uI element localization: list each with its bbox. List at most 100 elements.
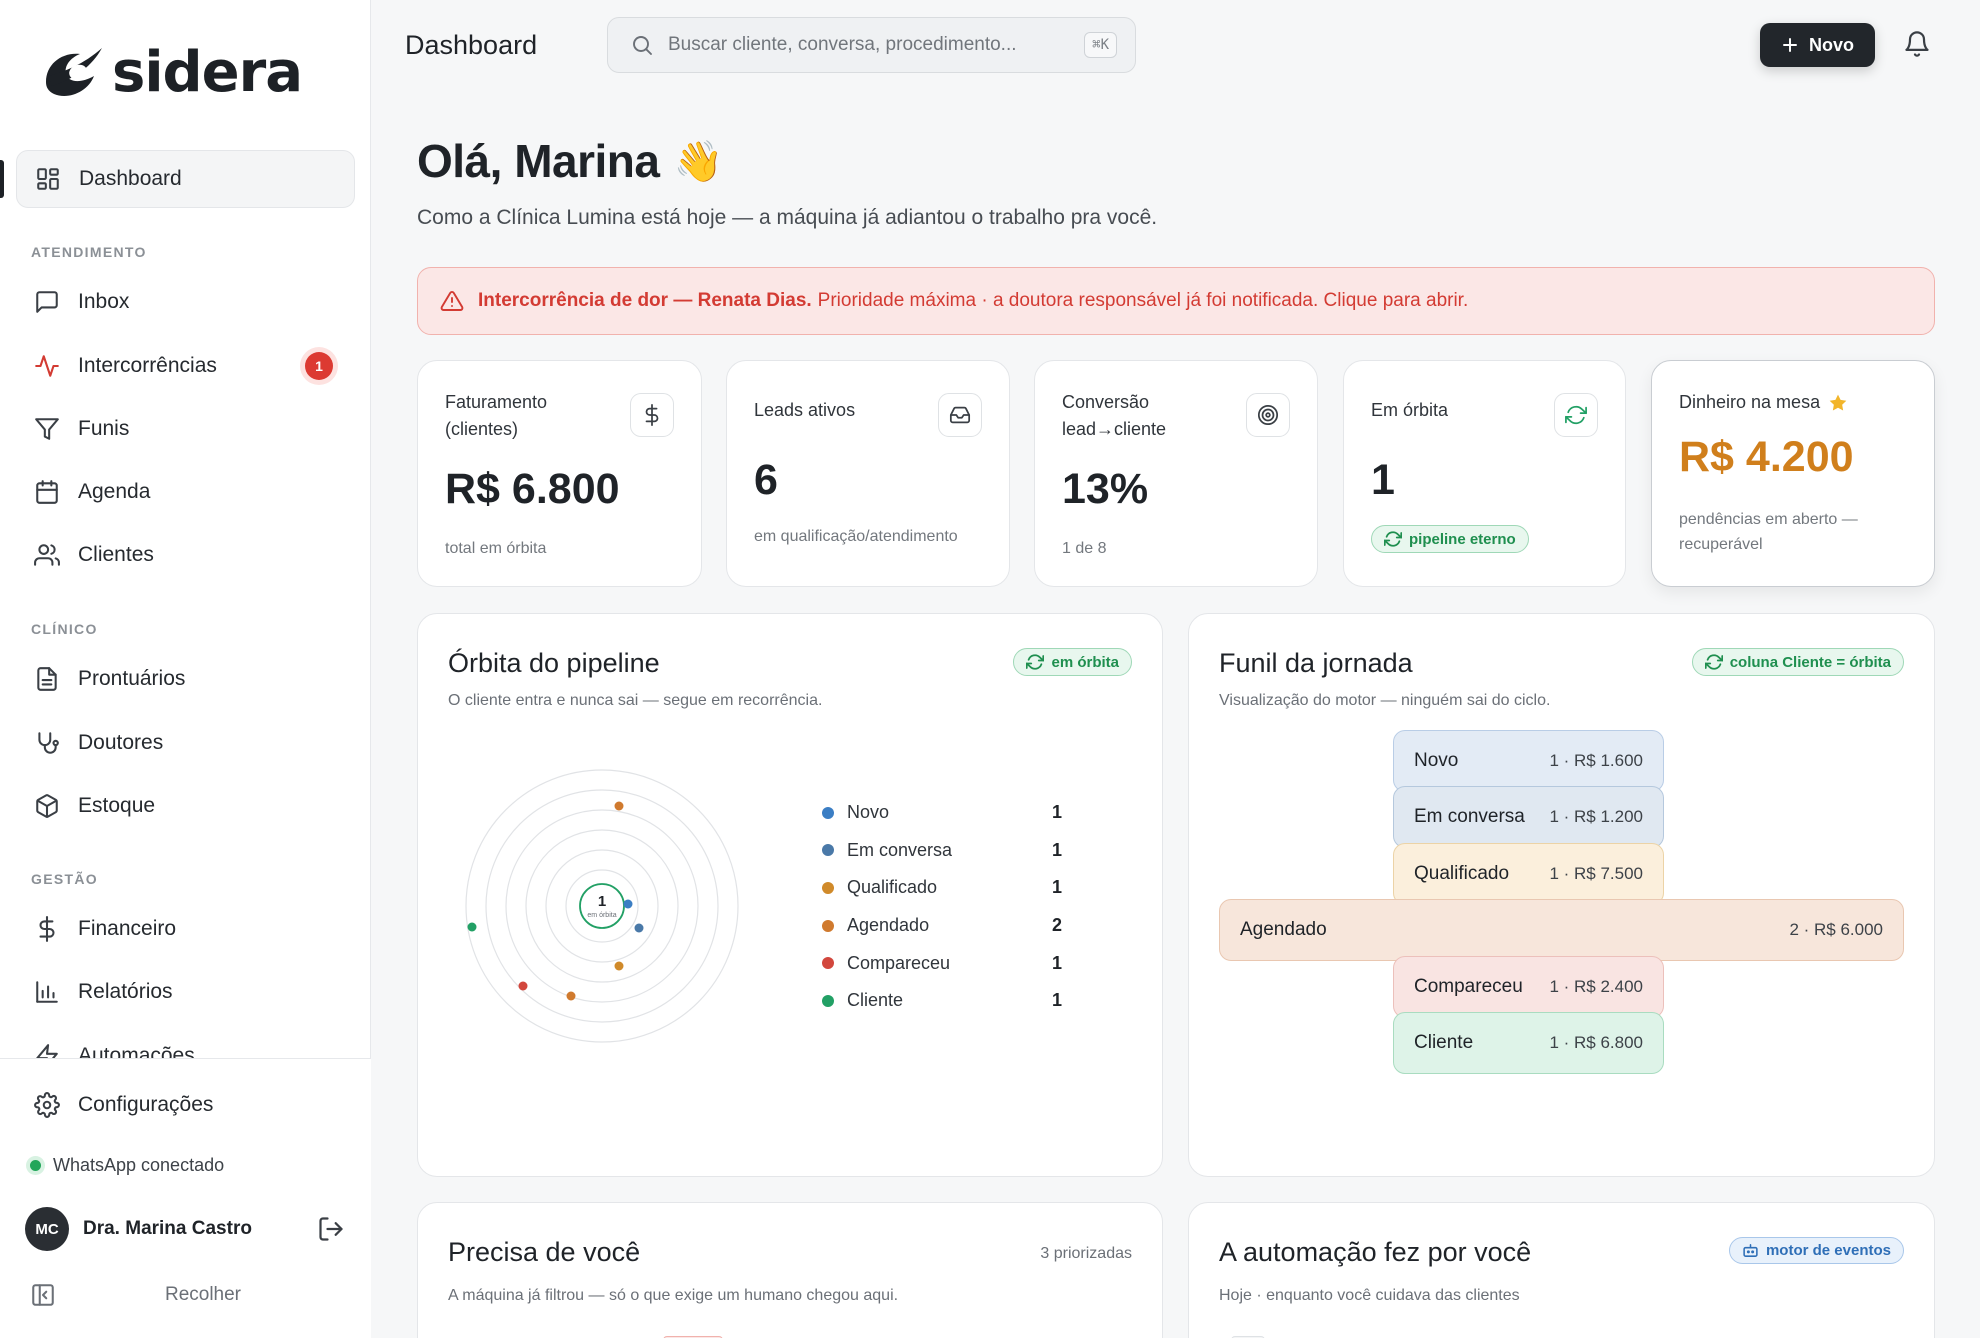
- active-nav-indicator: [0, 160, 4, 198]
- user-profile[interactable]: MC Dra. Marina Castro: [25, 1207, 345, 1251]
- sidebar-item-funis[interactable]: Funis: [16, 400, 355, 458]
- stat-sub: total em órbita: [445, 540, 547, 557]
- legend-dot-icon: [822, 844, 834, 857]
- sidebar-item-label: Financeiro: [78, 917, 177, 940]
- refresh-icon: [1554, 393, 1598, 437]
- greeting-title: Olá, Marina 👋: [417, 134, 723, 188]
- panel-title: A automação fez por você: [1219, 1237, 1532, 1267]
- status-dot-icon: [30, 1160, 41, 1171]
- section-label-clinico: CLÍNICO: [31, 621, 98, 637]
- brand-logo[interactable]: sidera: [40, 40, 303, 105]
- funnel-stage[interactable]: Novo 1 · R$ 1.600: [1393, 730, 1664, 792]
- stat-card-dinheiro-mesa[interactable]: Dinheiro na mesa R$ 4.200 pendências em …: [1651, 360, 1935, 587]
- sidebar-scroll-clip: Automações: [0, 1030, 371, 1058]
- whatsapp-status: WhatsApp conectado: [30, 1155, 224, 1176]
- legend-item: Novo 1: [822, 794, 1062, 832]
- star-icon: [1829, 394, 1847, 411]
- sidebar-item-label: Dashboard: [79, 167, 182, 190]
- pipeline-badge-label: pipeline eterno: [1409, 530, 1516, 548]
- stat-value: 6: [754, 456, 778, 504]
- panel-left-icon: [30, 1282, 56, 1308]
- logout-icon[interactable]: [317, 1215, 345, 1243]
- sidebar-item-clientes[interactable]: Clientes: [16, 526, 355, 584]
- funnel-stage[interactable]: Em conversa 1 · R$ 1.200: [1393, 786, 1664, 848]
- stat-value: 13%: [1062, 465, 1149, 513]
- automation-panel: A automação fez por você Hoje · enquanto…: [1188, 1202, 1935, 1338]
- sidebar-item-label: Intercorrências: [78, 354, 217, 377]
- stat-card-orbita: Em órbita 1 pipeline eterno: [1343, 360, 1626, 587]
- sidebar-item-agenda[interactable]: Agenda: [16, 463, 355, 521]
- new-button-label: Novo: [1809, 34, 1854, 55]
- sidebar-item-dashboard[interactable]: Dashboard: [16, 150, 355, 208]
- search-input[interactable]: Buscar cliente, conversa, procedimento..…: [607, 17, 1136, 73]
- filter-icon: [32, 414, 62, 444]
- orbit-legend: Novo 1 Em conversa 1 Qualificado 1 Agendado 2 Co…: [822, 794, 1062, 1020]
- panel-title: Funil da jornada: [1219, 648, 1413, 678]
- bot-icon: [1743, 1244, 1758, 1257]
- section-label-gestao: GESTÃO: [31, 871, 98, 887]
- legend-count: 1: [1051, 877, 1062, 898]
- sidebar-item-inbox[interactable]: Inbox: [16, 273, 355, 331]
- stethoscope-icon: [32, 728, 62, 758]
- funnel-stage-label: Em conversa: [1414, 806, 1525, 827]
- legend-dot-icon: [822, 957, 834, 970]
- stat-card-leads: Leads ativos 6 em qualificação/atendimen…: [726, 360, 1010, 587]
- sidebar-item-configuracoes[interactable]: Configurações: [16, 1076, 355, 1134]
- sidebar-item-relatorios[interactable]: Relatórios: [16, 963, 355, 1021]
- funnel-stage-value: 2 · R$ 6.000: [1789, 920, 1883, 939]
- sidebar-item-automacoes[interactable]: Automações: [16, 1030, 355, 1058]
- funnel-stage-value: 1 · R$ 2.400: [1549, 977, 1643, 996]
- sidera-logo-icon: [46, 47, 102, 96]
- funnel-stage-label: Novo: [1414, 750, 1459, 771]
- sidebar-item-label: Relatórios: [78, 980, 173, 1003]
- priority-count: 3 priorizadas: [1040, 1245, 1132, 1262]
- sidebar-item-label: Automações: [78, 1044, 195, 1058]
- sidebar-item-estoque[interactable]: Estoque: [16, 777, 355, 835]
- panel-subtitle: Visualização do motor — ninguém sai do c…: [1219, 692, 1551, 709]
- pipeline-badge: pipeline eterno: [1371, 525, 1529, 553]
- sidebar-item-label: Estoque: [78, 794, 156, 817]
- alert-banner[interactable]: Intercorrência de dor — Renata Dias. Pri…: [417, 267, 1935, 335]
- new-button[interactable]: Novo: [1760, 23, 1875, 67]
- legend-dot-icon: [822, 994, 834, 1007]
- bell-icon[interactable]: [1903, 30, 1931, 58]
- legend-dot-icon: [822, 806, 834, 819]
- whatsapp-status-label: WhatsApp conectado: [53, 1155, 225, 1175]
- user-name: Dra. Marina Castro: [83, 1218, 252, 1239]
- orbit-badge-label: em órbita: [1051, 653, 1119, 671]
- orbit-point-novo: [623, 899, 633, 909]
- sidebar-item-financeiro[interactable]: Financeiro: [16, 900, 355, 958]
- stat-label: Conversão lead→cliente: [1062, 392, 1167, 439]
- collapse-sidebar-button[interactable]: Recolher: [30, 1282, 350, 1308]
- sidebar-item-intercorrencias[interactable]: Intercorrências 1: [16, 337, 355, 395]
- funnel-stage-value: 1 · R$ 1.200: [1549, 807, 1643, 826]
- legend-dot-icon: [822, 881, 834, 894]
- sidebar: sidera Dashboard ATENDIMENTO Inbox Inter…: [0, 0, 371, 1338]
- legend-count: 1: [1051, 990, 1062, 1011]
- alert-triangle-icon: [440, 289, 464, 313]
- funnel-stage[interactable]: Qualificado 1 · R$ 7.500: [1393, 843, 1664, 905]
- refresh-icon: [1384, 531, 1402, 547]
- funnel-stage[interactable]: Agendado 2 · R$ 6.000: [1219, 899, 1904, 961]
- funnel-stage-value: 1 · R$ 1.600: [1549, 751, 1643, 770]
- funnel-stage-label: Cliente: [1414, 1032, 1474, 1053]
- stat-value: R$ 4.200: [1679, 433, 1854, 481]
- orbit-point-cliente: [467, 922, 477, 932]
- package-icon: [32, 791, 62, 821]
- funnel-stage-label: Compareceu: [1414, 976, 1523, 997]
- funnel-badge: coluna Cliente = órbita: [1691, 648, 1904, 676]
- funnel-stage[interactable]: Cliente 1 · R$ 6.800: [1393, 1012, 1664, 1074]
- sidebar-item-doutores[interactable]: Doutores: [16, 714, 355, 772]
- sidebar-item-prontuarios[interactable]: Prontuários: [16, 650, 355, 708]
- legend-label: Qualificado: [847, 877, 938, 898]
- orbit-point-compareceu: [518, 981, 528, 991]
- message-square-icon: [32, 287, 62, 317]
- legend-dot-icon: [822, 919, 834, 932]
- funnel-stage[interactable]: Compareceu 1 · R$ 2.400: [1393, 956, 1664, 1018]
- keyboard-shortcut: ⌘K: [1084, 32, 1117, 58]
- orbit-diagram: 1 em órbita: [465, 769, 739, 1043]
- funnel-badge-label: coluna Cliente = órbita: [1729, 653, 1891, 671]
- funnel-stage-label: Agendado: [1240, 919, 1327, 940]
- needs-panel: Precisa de você A máquina já filtrou — s…: [417, 1202, 1163, 1338]
- stat-label: Leads ativos: [754, 400, 856, 420]
